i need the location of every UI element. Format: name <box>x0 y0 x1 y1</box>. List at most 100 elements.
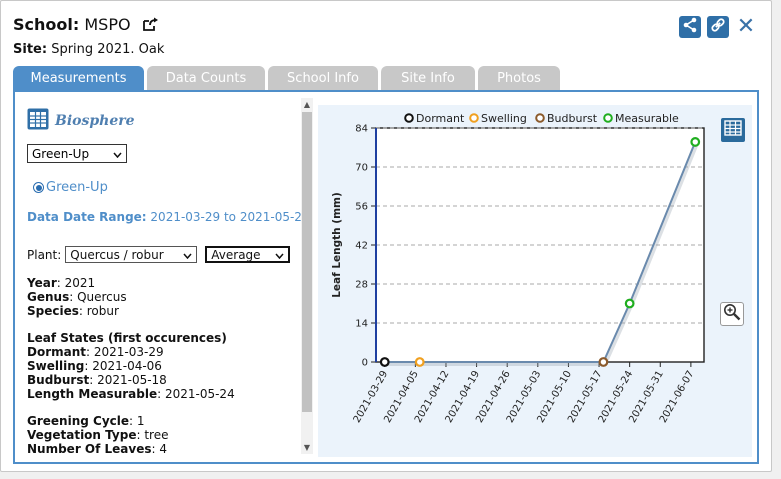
measurable-label: Length Measurable <box>27 387 158 401</box>
y-tick-label: 14 <box>355 319 368 330</box>
swelling-label: Swelling <box>27 359 85 373</box>
link-icon <box>710 17 726 37</box>
plant-info: Year: 2021 Genus: Quercus Species: robur <box>27 276 127 318</box>
zoom-in-icon <box>723 303 741 325</box>
tab-data-counts[interactable]: Data Counts <box>147 66 265 90</box>
chevron-down-icon <box>113 147 122 161</box>
data-point-measurable <box>690 137 701 147</box>
leaf-states-heading: Leaf States (first occurences) <box>27 331 227 345</box>
leaf-length-chart: 0142842567084Leaf Length (mm)2021-03-292… <box>331 112 705 425</box>
data-point-dormant <box>379 357 390 367</box>
cycle-value: : 1 <box>129 414 145 428</box>
biosphere-row: Biosphere <box>27 108 135 134</box>
legend-label-measurable: Measurable <box>615 112 679 125</box>
biosphere-label: Biosphere <box>55 113 135 129</box>
y-tick-label: 42 <box>355 241 368 252</box>
school-name: MSPO <box>84 15 131 34</box>
details-scrollbar[interactable]: ▲ ▼ <box>301 98 313 454</box>
vegetation-line: Vegetation Type: tree <box>27 428 168 442</box>
school-heading: School: MSPO <box>13 15 159 36</box>
site-heading: Site: Spring 2021. Oak <box>13 42 164 57</box>
legend-marker-measurable <box>603 113 613 123</box>
vegetation-label: Vegetation Type <box>27 428 137 442</box>
legend-marker-dormant <box>404 113 414 123</box>
date-range: Data Date Range: 2021-03-29 to 2021-05-2… <box>27 210 310 224</box>
date-range-label: Data Date Range: <box>27 210 147 224</box>
close-button[interactable]: ✕ <box>735 16 757 38</box>
genus-label: Genus <box>27 290 70 304</box>
share-icon <box>682 17 698 37</box>
zoom-button[interactable] <box>720 302 744 326</box>
leaves-label: Number Of Leaves <box>27 442 152 456</box>
y-tick-label: 28 <box>355 280 368 291</box>
plant-select[interactable]: Quercus / robur <box>65 246 198 263</box>
budburst-line: Budburst: 2021-05-18 <box>27 373 235 387</box>
dormant-value: : 2021-03-29 <box>86 345 164 359</box>
chevron-down-icon <box>183 248 192 262</box>
cycle-label: Greening Cycle <box>27 414 130 428</box>
dormant-label: Dormant <box>27 345 87 359</box>
leaf-states-title: Leaf States (first occurences) <box>27 331 235 345</box>
plant-label: Plant: <box>27 247 62 262</box>
legend-marker-swelling <box>469 113 479 123</box>
chart-table-button[interactable] <box>721 118 745 142</box>
legend-marker-budburst <box>535 113 545 123</box>
species-value: : robur <box>78 304 119 318</box>
species-label: Species <box>27 304 79 318</box>
data-point-swelling <box>414 357 425 367</box>
leaves-value: : 4 <box>151 442 168 456</box>
y-tick-label: 0 <box>362 358 368 369</box>
leaves-line: Number Of Leaves: 4 <box>27 442 168 456</box>
header-actions: ✕ <box>679 16 757 38</box>
budburst-value: : 2021-05-18 <box>89 373 167 387</box>
plant-select-value: Quercus / robur <box>70 247 164 262</box>
site-name: Spring 2021. Oak <box>51 42 165 57</box>
legend-label-swelling: Swelling <box>481 112 527 125</box>
year-line: Year: 2021 <box>27 276 127 290</box>
site-popup: School: MSPO Site: Spring 2021. Oak ✕ Me… <box>0 0 772 472</box>
details-pane: Biosphere Green-Up Green-Up Data Date Ra… <box>15 92 315 462</box>
species-line: Species: robur <box>27 304 127 318</box>
table-grid-icon <box>723 118 743 142</box>
y-tick-label: 84 <box>355 124 368 135</box>
measurements-panel: Biosphere Green-Up Green-Up Data Date Ra… <box>13 90 759 464</box>
tab-site-info[interactable]: Site Info <box>381 66 475 90</box>
legend-label-budburst: Budburst <box>547 112 598 125</box>
table-grid-icon[interactable] <box>27 108 49 134</box>
measurable-value: : 2021-05-24 <box>157 387 235 401</box>
legend-label-dormant: Dormant <box>416 112 465 125</box>
link-button[interactable] <box>707 16 729 38</box>
year-label: Year <box>27 276 57 290</box>
site-label: Site: <box>13 42 48 57</box>
scroll-thumb[interactable] <box>302 112 312 412</box>
plant-row: Plant: Quercus / robur Average <box>27 246 291 263</box>
external-link-icon[interactable] <box>142 17 159 36</box>
budburst-label: Budburst <box>27 373 90 387</box>
tab-photos[interactable]: Photos <box>478 66 560 90</box>
tab-measurements[interactable]: Measurements <box>13 66 144 90</box>
data-point-budburst <box>598 357 609 367</box>
radio-button[interactable] <box>33 182 44 193</box>
radio-label: Green-Up <box>46 180 108 195</box>
aggregate-select[interactable]: Average <box>205 246 291 263</box>
chevron-down-icon <box>275 248 284 262</box>
tab-school-info[interactable]: School Info <box>268 66 378 90</box>
protocol-select-value: Green-Up <box>32 146 90 161</box>
protocol-select[interactable]: Green-Up <box>27 144 127 163</box>
scroll-up-icon[interactable]: ▲ <box>301 100 313 109</box>
year-value: : 2021 <box>56 276 96 290</box>
close-icon: ✕ <box>736 14 756 39</box>
y-tick-label: 56 <box>355 202 368 213</box>
measurable-line: Length Measurable: 2021-05-24 <box>27 387 235 401</box>
green-up-radio[interactable]: Green-Up <box>33 180 108 195</box>
chart-area: 0 14 28 42 56 70 84 Leaf Length (mm) 2021-03-29 2… <box>318 105 752 457</box>
swelling-value: : 2021-04-06 <box>84 359 162 373</box>
cycle-info: Greening Cycle: 1 Vegetation Type: tree … <box>27 414 168 456</box>
y-axis-label: Leaf Length (mm) <box>331 192 343 298</box>
scroll-down-icon[interactable]: ▼ <box>301 443 313 452</box>
share-button[interactable] <box>679 16 701 38</box>
leaf-states: Leaf States (first occurences) Dormant: … <box>27 331 235 401</box>
vegetation-value: : tree <box>136 428 169 442</box>
y-tick-label: 70 <box>355 163 368 174</box>
aggregate-select-value: Average <box>211 247 261 262</box>
